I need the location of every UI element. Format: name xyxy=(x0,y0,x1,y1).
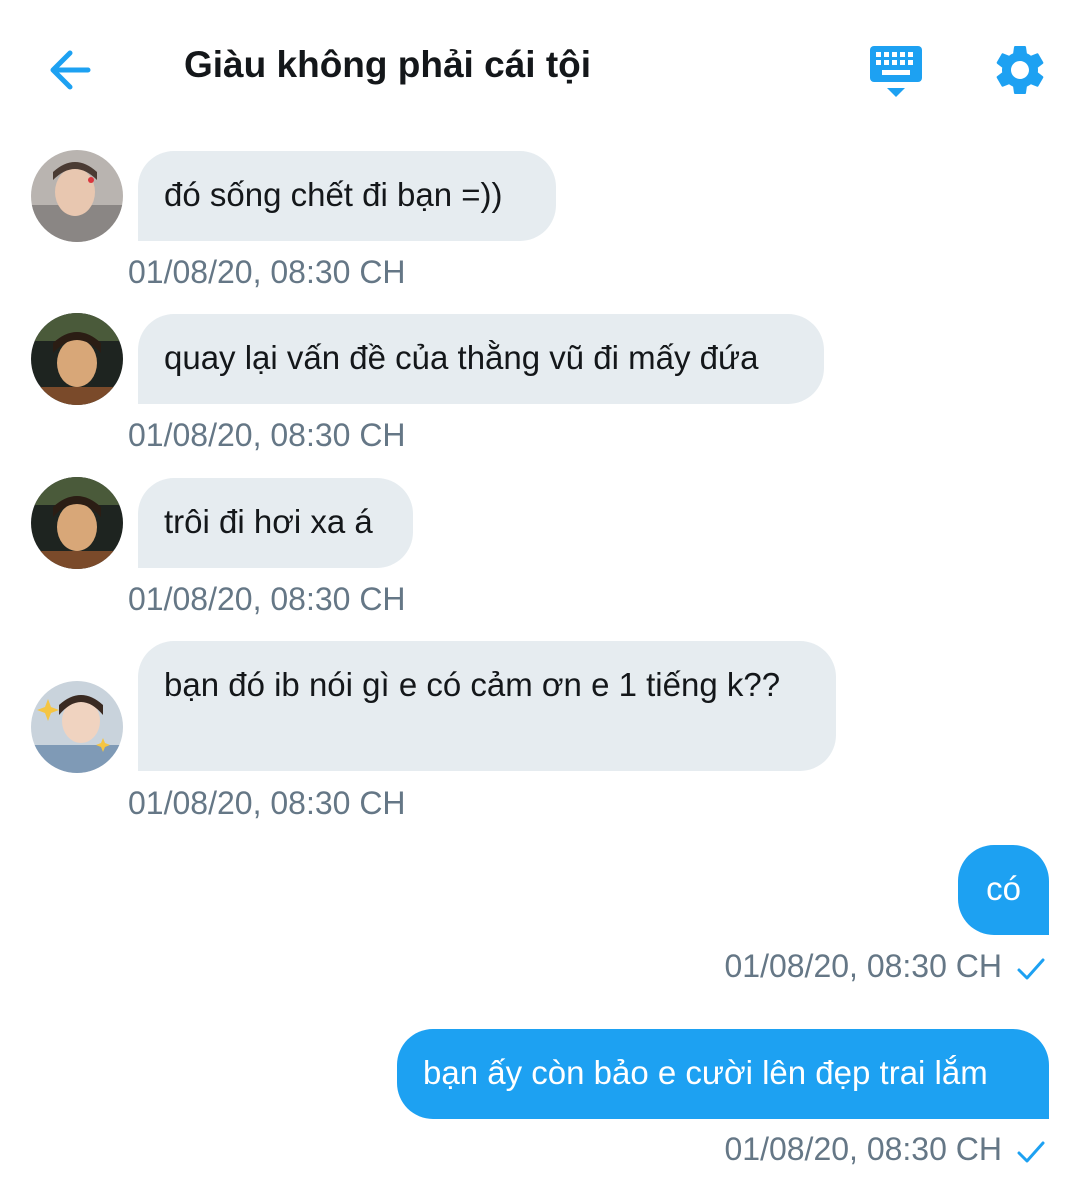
message-text: bạn ấy còn bảo e cười lên đẹp trai lắm xyxy=(423,1054,988,1091)
message-bubble-incoming[interactable]: bạn đó ib nói gì e có cảm ơn e 1 tiếng k… xyxy=(138,641,836,771)
message-text: đó sống chết đi bạn =)) xyxy=(164,176,503,213)
avatar-photo xyxy=(31,477,123,569)
message-status: 01/08/20, 08:30 CH xyxy=(724,1131,1046,1168)
message-bubble-outgoing[interactable]: có xyxy=(958,845,1049,935)
avatar-photo xyxy=(31,313,123,405)
message-text: quay lại vấn đề của thằng vũ đi mấy đứa xyxy=(164,339,759,376)
message-timestamp: 01/08/20, 08:30 CH xyxy=(128,254,406,290)
avatar[interactable] xyxy=(31,477,123,569)
settings-button[interactable] xyxy=(990,40,1050,100)
message-status: 01/08/20, 08:30 CH xyxy=(724,948,1046,985)
avatar-photo xyxy=(31,681,123,773)
conversation-header: Giàu không phải cái tội xyxy=(0,0,1080,140)
message-timestamp: 01/08/20, 08:30 CH xyxy=(128,785,406,821)
checkmark-icon xyxy=(1017,1141,1045,1163)
avatar[interactable] xyxy=(31,681,123,773)
keyboard-icon xyxy=(870,46,922,97)
message-bubble-incoming[interactable]: trôi đi hơi xa á xyxy=(138,478,413,568)
message-text: trôi đi hơi xa á xyxy=(164,503,373,540)
checkmark-icon xyxy=(1017,958,1045,980)
message-text: có xyxy=(986,870,1021,907)
message-timestamp: 01/08/20, 08:30 CH xyxy=(128,417,406,453)
gear-icon xyxy=(996,45,1044,94)
message-timestamp: 01/08/20, 08:30 CH xyxy=(724,1131,1002,1167)
keyboard-button[interactable] xyxy=(866,42,926,100)
message-text: bạn đó ib nói gì e có cảm ơn e 1 tiếng k… xyxy=(164,666,781,703)
avatar[interactable] xyxy=(31,313,123,405)
arrow-left-icon xyxy=(50,50,91,90)
message-bubble-incoming[interactable]: đó sống chết đi bạn =)) xyxy=(138,151,556,241)
message-timestamp: 01/08/20, 08:30 CH xyxy=(724,948,1002,984)
back-button[interactable] xyxy=(40,40,104,100)
conversation-title: Giàu không phải cái tội xyxy=(184,44,592,85)
avatar[interactable] xyxy=(31,150,123,242)
message-timestamp: 01/08/20, 08:30 CH xyxy=(128,581,406,617)
message-bubble-outgoing[interactable]: bạn ấy còn bảo e cười lên đẹp trai lắm xyxy=(397,1029,1049,1119)
message-bubble-incoming[interactable]: quay lại vấn đề của thằng vũ đi mấy đứa xyxy=(138,314,824,404)
avatar-photo xyxy=(31,150,123,242)
